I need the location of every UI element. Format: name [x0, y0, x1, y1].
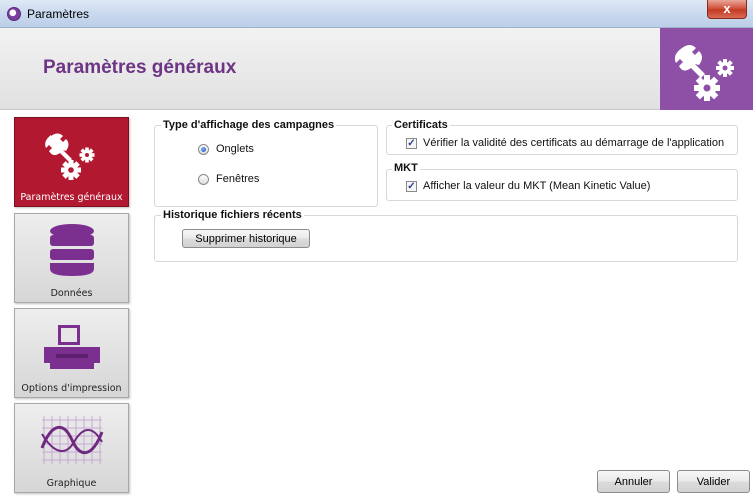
close-icon: x — [723, 1, 731, 16]
printer-icon — [43, 325, 100, 369]
sidebar-item-general[interactable]: Paramètres généraux — [14, 117, 129, 207]
sidebar-item-label: Données — [50, 288, 93, 299]
show-mkt-checkbox[interactable]: ✓ — [406, 180, 417, 192]
header-band: Paramètres généraux — [0, 28, 753, 110]
validate-button[interactable]: Valider — [677, 470, 750, 493]
sidebar-item-print-options[interactable]: Options d'impression — [14, 308, 129, 398]
verify-certificates-label: Vérifier la validité des certificats au … — [423, 137, 725, 149]
certificates-title: Certificats — [392, 119, 450, 131]
show-mkt-row[interactable]: ✓ Afficher la valeur du MKT (Mean Kineti… — [406, 180, 650, 192]
radio-tabs-label: Onglets — [216, 143, 254, 155]
radio-tabs[interactable] — [198, 143, 209, 155]
radio-windows-label: Fenêtres — [216, 173, 260, 185]
sidebar-item-chart[interactable]: Graphique — [14, 403, 129, 493]
cancel-button[interactable]: Annuler — [597, 470, 670, 493]
radio-windows[interactable] — [198, 173, 209, 185]
radio-tabs-row[interactable]: Onglets — [198, 143, 254, 155]
close-button[interactable]: x — [707, 0, 747, 19]
history-title: Historique fichiers récents — [161, 209, 304, 221]
page-title: Paramètres généraux — [43, 57, 237, 78]
tool-gears-icon — [44, 133, 94, 180]
radio-windows-row[interactable]: Fenêtres — [198, 173, 259, 185]
sidebar-item-label: Options d'impression — [21, 383, 122, 394]
display-type-group — [154, 125, 378, 207]
window-title: Paramètres — [27, 7, 90, 21]
verify-certificates-row[interactable]: ✓ Vérifier la validité des certificats a… — [406, 137, 724, 149]
app-icon — [7, 7, 21, 21]
database-icon — [49, 224, 94, 276]
show-mkt-label: Afficher la valeur du MKT (Mean Kinetic … — [423, 180, 651, 192]
window-titlebar: Paramètres x — [0, 0, 753, 28]
sidebar-item-label: Graphique — [46, 478, 97, 489]
sidebar-item-data[interactable]: Données — [14, 213, 129, 303]
tool-gears-icon — [660, 28, 753, 110]
display-type-title: Type d'affichage des campagnes — [161, 119, 337, 131]
sidebar-item-label: Paramètres généraux — [20, 192, 123, 203]
verify-certificates-checkbox[interactable]: ✓ — [406, 137, 417, 149]
chart-curve-icon — [40, 416, 103, 464]
sidebar: Paramètres généraux Données Options d'im… — [0, 110, 138, 498]
mkt-title: MKT — [392, 162, 420, 174]
clear-history-button[interactable]: Supprimer historique — [182, 229, 310, 248]
